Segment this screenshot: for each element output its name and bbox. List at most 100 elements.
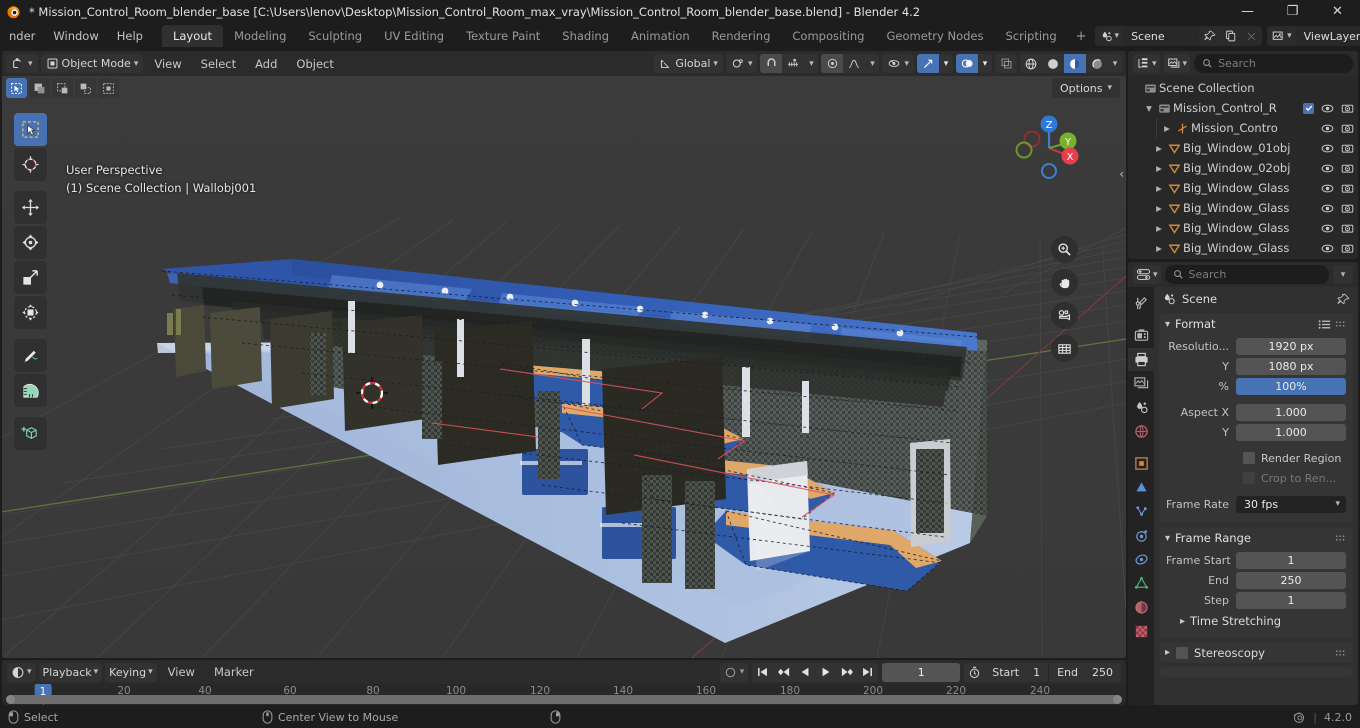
timeline-menu-view[interactable]: View	[160, 663, 203, 681]
select-subtract-icon[interactable]	[52, 78, 73, 98]
chevron-down-icon[interactable]: ▾	[1165, 319, 1170, 330]
outliner-row-mission-control-collection[interactable]: ▾ Mission_Control_R	[1128, 98, 1358, 118]
overlays-group[interactable]: ▾	[956, 54, 992, 73]
stereoscopy-panel[interactable]: ▸ Stereoscopy	[1159, 642, 1353, 663]
aspect-x-field[interactable]: 1.000	[1236, 403, 1346, 421]
use-preview-range-icon[interactable]	[964, 666, 984, 679]
properties-filter-chevron-icon[interactable]: ▾	[1333, 265, 1353, 284]
chevron-right-icon[interactable]: ▸	[1160, 121, 1174, 135]
snap-options-chevron[interactable]: ▾	[804, 59, 818, 69]
frame-start-field[interactable]: 1	[1236, 551, 1346, 569]
outliner-row-mesh[interactable]: ▸ Big_Window_Glass	[1128, 238, 1358, 258]
outliner-row-mesh[interactable]: ▸ Big_Window_Glass	[1128, 178, 1358, 198]
pin-id-icon[interactable]	[1337, 293, 1350, 306]
tab-constraints[interactable]	[1128, 548, 1154, 571]
proportional-editing-group[interactable]: ▾	[821, 54, 880, 73]
disable-in-renders-icon[interactable]	[1341, 243, 1354, 254]
add-workspace-button[interactable]: +	[1068, 25, 1095, 48]
pivot-point-dropdown[interactable]: ▾	[725, 54, 758, 73]
play-button[interactable]	[815, 663, 836, 682]
new-scene-icon[interactable]	[1220, 26, 1242, 46]
select-invert-icon[interactable]	[75, 78, 96, 98]
chevron-down-icon[interactable]: ▾	[1142, 101, 1156, 115]
tab-output[interactable]	[1128, 348, 1154, 371]
tab-world[interactable]	[1128, 420, 1154, 443]
viewport-menu-add[interactable]: Add	[247, 55, 285, 73]
outliner-display-mode-button[interactable]: ▾	[1163, 54, 1191, 73]
toggle-orthographic-icon[interactable]	[1051, 335, 1078, 362]
menu-render[interactable]: nder	[0, 26, 44, 46]
chevron-right-icon[interactable]: ▸	[1165, 647, 1170, 658]
scene-selector[interactable]: ▾ Scene	[1094, 26, 1263, 46]
tab-rendering[interactable]: Rendering	[701, 25, 782, 47]
scrollbar-right-handle[interactable]	[1113, 695, 1122, 704]
jump-to-previous-keyframe-button[interactable]	[773, 663, 794, 682]
format-panel-header[interactable]: ▾ Format	[1159, 313, 1353, 335]
disable-in-renders-icon[interactable]	[1341, 163, 1354, 174]
render-region-checkbox[interactable]	[1243, 452, 1255, 464]
viewport-options-button[interactable]: Options ▾	[1052, 78, 1120, 98]
tab-scene[interactable]	[1128, 396, 1154, 419]
tab-scripting[interactable]: Scripting	[995, 25, 1068, 47]
hide-in-viewport-icon[interactable]	[1321, 143, 1334, 154]
tab-texture-paint[interactable]: Texture Paint	[455, 25, 551, 47]
scene-browse-icon[interactable]: ▾	[1094, 26, 1124, 46]
viewport-menu-select[interactable]: Select	[193, 55, 244, 73]
resolution-percent-field[interactable]: 100%	[1236, 377, 1346, 395]
play-reverse-button[interactable]	[794, 663, 815, 682]
select-extend-icon[interactable]	[29, 78, 50, 98]
properties-editor[interactable]: ▾ Search ▾ Scene ▾ Format Resolutio... 1…	[1128, 262, 1358, 705]
snapping-group[interactable]: ▾	[760, 54, 819, 73]
jump-to-end-button[interactable]	[857, 663, 878, 682]
falloff-options-chevron[interactable]: ▾	[865, 59, 879, 69]
snap-magnet-icon[interactable]	[760, 54, 783, 73]
tool-select-box-icon[interactable]	[14, 113, 47, 146]
outliner-row-mission-control-object[interactable]: ▸ Mission_Contro	[1128, 118, 1358, 138]
hide-in-viewport-icon[interactable]	[1321, 163, 1334, 174]
tab-tool[interactable]	[1128, 292, 1154, 315]
hide-in-viewport-icon[interactable]	[1321, 103, 1334, 114]
tab-physics[interactable]	[1128, 524, 1154, 547]
timeline-ruler[interactable]: 1 20 40 60 80 100 120 140 160 180 200 22…	[2, 684, 1126, 705]
chevron-right-icon[interactable]: ▸	[1152, 161, 1166, 175]
visibility-dropdown[interactable]: ▾	[882, 54, 914, 73]
current-frame-field[interactable]: 1	[882, 662, 961, 682]
outliner-search-input[interactable]: Search	[1194, 54, 1353, 73]
frame-end-field[interactable]: 250	[1236, 571, 1346, 589]
disable-in-renders-icon[interactable]	[1341, 203, 1354, 214]
frame-rate-dropdown[interactable]: 30 fps ▾	[1236, 495, 1346, 513]
tool-measure-icon[interactable]	[14, 374, 47, 407]
timeline-editor-type-button[interactable]: ▾	[7, 662, 36, 682]
resolution-x-field[interactable]: 1920 px	[1236, 337, 1346, 355]
show-gizmo-icon[interactable]	[917, 54, 939, 73]
tab-shading[interactable]: Shading	[551, 25, 620, 47]
sidebar-toggle-arrow-icon[interactable]: ‹	[1119, 167, 1124, 181]
end-frame-field[interactable]: End 250	[1049, 663, 1121, 682]
timeline-menu-marker[interactable]: Marker	[206, 663, 262, 681]
playback-dropdown[interactable]: Playback ▾	[38, 662, 103, 682]
minimize-button[interactable]: —	[1225, 0, 1270, 23]
tab-geometry-nodes[interactable]: Geometry Nodes	[875, 25, 994, 47]
jump-to-next-keyframe-button[interactable]	[836, 663, 857, 682]
gizmo-group[interactable]: ▾	[917, 54, 953, 73]
keying-dropdown[interactable]: Keying ▾	[105, 662, 157, 682]
outliner-editor[interactable]: ▾ ▾ Search Scene Collection ▾ Mission_Co…	[1128, 51, 1358, 259]
frame-range-panel-header[interactable]: ▾ Frame Range	[1159, 527, 1353, 549]
camera-view-icon[interactable]	[1051, 302, 1078, 329]
tab-particles[interactable]	[1128, 500, 1154, 523]
close-button[interactable]: ✕	[1315, 0, 1360, 23]
navigation-gizmo[interactable]: Z Y X	[1010, 109, 1088, 187]
gizmo-options-chevron[interactable]: ▾	[939, 59, 953, 69]
hide-in-viewport-icon[interactable]	[1321, 183, 1334, 194]
viewlayer-selector[interactable]: ▾ ViewLayer	[1267, 26, 1360, 46]
tool-annotate-icon[interactable]	[14, 339, 47, 372]
menu-window[interactable]: Window	[44, 26, 107, 46]
outliner-row-mesh[interactable]: ▸ Big_Window_Glass	[1128, 218, 1358, 238]
tab-layout[interactable]: Layout	[161, 25, 224, 47]
tab-object-data[interactable]	[1128, 572, 1154, 595]
stereoscopy-checkbox[interactable]	[1176, 646, 1189, 659]
tab-material[interactable]	[1128, 596, 1154, 619]
time-stretching-subpanel[interactable]: ▸ Time Stretching	[1166, 611, 1346, 631]
tab-modeling[interactable]: Modeling	[223, 25, 297, 47]
crop-to-render-checkbox[interactable]	[1243, 472, 1255, 484]
